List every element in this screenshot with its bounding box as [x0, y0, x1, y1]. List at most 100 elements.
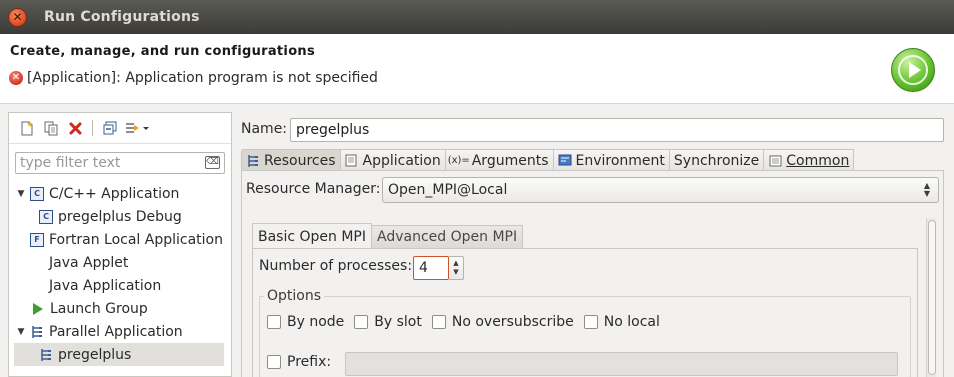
c-app-icon: C: [39, 209, 53, 224]
resource-manager-select[interactable]: Open_MPI@Local ▲ ▼: [382, 177, 939, 203]
expanded-arrow-icon[interactable]: ▼: [15, 327, 27, 337]
tree-item-fortran-local-application[interactable]: F Fortran Local Application: [9, 228, 231, 251]
subtab-advanced-open-mpi[interactable]: Advanced Open MPI: [371, 225, 524, 248]
filter-placeholder: type filter text: [20, 155, 121, 171]
filter-icon[interactable]: [123, 117, 153, 139]
launch-group-icon: [31, 302, 45, 316]
error-message-text: [Application]: Application program is no…: [27, 70, 378, 86]
by-slot-option[interactable]: By slot: [354, 314, 422, 330]
no-oversubscribe-checkbox[interactable]: [431, 315, 446, 329]
config-tabs: Resources Application (x)= Arguments Env…: [241, 149, 954, 171]
tree-item-label: pregelplus Debug: [58, 208, 182, 225]
tab-environment[interactable]: Environment: [552, 149, 670, 171]
no-local-option[interactable]: No local: [583, 314, 660, 330]
tree-item-cpp-application[interactable]: ▼ C C/C++ Application: [9, 182, 231, 205]
tree-item-label: Java Application: [49, 277, 162, 294]
num-processes-label: Number of processes:: [259, 258, 413, 274]
tab-label: Environment: [575, 152, 665, 169]
by-slot-checkbox[interactable]: [354, 315, 369, 329]
prefix-checkbox[interactable]: [267, 355, 281, 369]
fortran-app-icon: F: [30, 232, 44, 247]
options-label: Options: [264, 288, 325, 304]
options-group: Options By node By slot No oversubscribe: [259, 288, 911, 377]
tab-common[interactable]: Common: [763, 149, 855, 171]
header-title: Create, manage, and run configurations: [10, 44, 316, 59]
configuration-tree-pane: type filter text ⌫ ▼ C C/C++ Application…: [8, 112, 232, 377]
tree-item-label: Parallel Application: [49, 323, 183, 340]
resources-tab-panel: Resource Manager: Open_MPI@Local ▲ ▼ Basi…: [241, 170, 944, 377]
no-local-checkbox[interactable]: [583, 315, 598, 329]
tree-item-java-application[interactable]: Java Application: [9, 274, 231, 297]
prefix-option[interactable]: Prefix:: [267, 354, 331, 370]
by-slot-label: By slot: [374, 314, 422, 330]
tab-resources[interactable]: Resources: [241, 149, 341, 171]
prefix-label: Prefix:: [287, 354, 332, 370]
arguments-icon: (x)=: [447, 155, 470, 166]
by-node-checkbox[interactable]: [267, 315, 281, 329]
application-icon: [345, 154, 359, 168]
resource-manager-label: Resource Manager:: [246, 181, 381, 197]
tab-label: Synchronize: [673, 152, 760, 169]
no-oversubscribe-option[interactable]: No oversubscribe: [431, 314, 574, 330]
prefix-row: Prefix:: [267, 354, 341, 370]
expanded-arrow-icon[interactable]: ▼: [15, 189, 27, 199]
configuration-editor: Name: pregelplus Resources Application (…: [234, 112, 954, 377]
updown-arrow-icon: ▲ ▼: [923, 181, 930, 198]
delete-icon[interactable]: [64, 117, 86, 139]
toolbar-separator: [92, 120, 93, 136]
c-app-icon: C: [30, 186, 44, 201]
tab-label: Application: [362, 152, 441, 169]
resource-manager-value: Open_MPI@Local: [388, 182, 508, 198]
tree-item-launch-group[interactable]: Launch Group: [9, 297, 231, 320]
name-label: Name:: [241, 121, 288, 137]
num-processes-field[interactable]: 4: [413, 256, 449, 280]
parallel-app-icon: [39, 348, 53, 362]
subtab-basic-open-mpi[interactable]: Basic Open MPI: [252, 223, 373, 249]
clear-filter-icon[interactable]: ⌫: [205, 156, 220, 169]
tree-item-pregelplus-debug[interactable]: C pregelplus Debug: [9, 205, 231, 228]
filter-input[interactable]: type filter text ⌫: [15, 152, 225, 174]
tab-synchronize[interactable]: Synchronize: [668, 149, 765, 171]
spin-down-icon[interactable]: ▼: [453, 268, 458, 277]
prefix-field[interactable]: [345, 352, 898, 376]
tree-item-label: Launch Group: [50, 300, 148, 317]
scrollbar-thumb[interactable]: [928, 220, 936, 375]
close-icon[interactable]: ✕: [8, 7, 27, 27]
collapse-all-icon[interactable]: [99, 117, 121, 139]
num-processes-spinner[interactable]: ▲ ▼: [449, 256, 464, 280]
tree-item-label: C/C++ Application: [49, 185, 180, 202]
spin-up-icon[interactable]: ▲: [453, 259, 458, 268]
tree-item-parallel-application[interactable]: ▼ Parallel Application: [9, 320, 231, 343]
tab-arguments[interactable]: (x)= Arguments: [444, 149, 554, 171]
basic-open-mpi-panel: Number of processes: 4 ▲ ▼ Options By no…: [252, 248, 918, 377]
tab-application[interactable]: Application: [339, 149, 446, 171]
common-icon: [768, 154, 782, 168]
tree-item-label: Fortran Local Application: [49, 231, 223, 248]
no-oversubscribe-label: No oversubscribe: [451, 314, 574, 330]
mpi-subtabs: Basic Open MPI Advanced Open MPI: [252, 223, 524, 249]
vertical-scrollbar[interactable]: [926, 218, 936, 377]
tree-toolbar: [9, 113, 231, 144]
parallel-app-icon: [30, 325, 44, 339]
tab-label: Arguments: [471, 152, 549, 169]
run-launch-icon: [891, 48, 935, 92]
resources-icon: [246, 154, 260, 168]
tree-item-pregelplus[interactable]: pregelplus: [14, 343, 224, 366]
no-local-label: No local: [603, 314, 660, 330]
new-config-icon[interactable]: [16, 117, 38, 139]
by-node-option[interactable]: By node: [267, 314, 344, 330]
title-bar: ✕ Run Configurations: [0, 0, 954, 34]
dialog-header: Create, manage, and run configurations ✕…: [0, 34, 954, 104]
by-node-label: By node: [287, 314, 345, 330]
tab-label: Resources: [264, 152, 336, 169]
error-message: ✕ [Application]: Application program is …: [9, 70, 378, 86]
tree-item-label: pregelplus: [58, 346, 132, 363]
tab-label: Common: [786, 152, 850, 169]
name-field[interactable]: pregelplus: [290, 118, 944, 142]
duplicate-icon[interactable]: [40, 117, 62, 139]
tree-item-java-applet[interactable]: Java Applet: [9, 251, 231, 274]
tree-item-label: Java Applet: [49, 254, 129, 271]
error-icon: ✕: [9, 71, 23, 85]
environment-icon: [558, 154, 572, 168]
configuration-tree: ▼ C C/C++ Application C pregelplus Debug…: [9, 182, 231, 366]
